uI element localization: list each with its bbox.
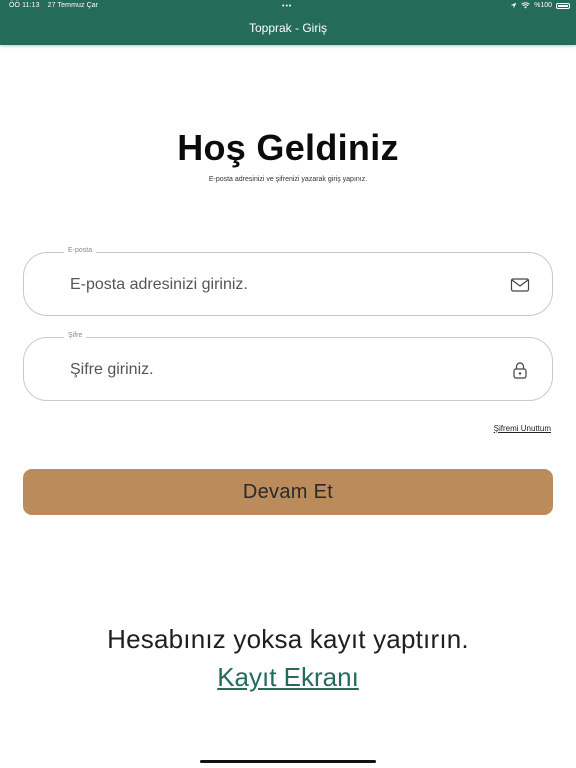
status-bar-right: %100 xyxy=(510,2,552,9)
home-indicator[interactable] xyxy=(200,760,376,763)
continue-button[interactable]: Devam Et xyxy=(23,469,553,515)
multitasking-dots[interactable]: ••• xyxy=(282,3,292,10)
nav-title: Topprak - Giriş xyxy=(248,21,328,35)
top-bar: ÖÖ 11:13 27 Temmuz Çar ••• %100 Topprak … xyxy=(0,0,576,45)
email-field[interactable] xyxy=(68,253,492,317)
forgot-password-link[interactable]: Şifremi Unuttum xyxy=(494,424,551,433)
password-field[interactable] xyxy=(68,338,492,402)
password-field-container: Şifre xyxy=(23,332,553,402)
status-date: 27 Temmuz Çar xyxy=(47,2,99,9)
welcome-title: Hoş Geldiniz xyxy=(177,127,399,168)
welcome-subtitle: E-posta adresinizi ve şifrenizi yazarak … xyxy=(208,176,368,183)
mail-icon xyxy=(510,278,530,292)
register-prompt: Hesabınız yoksa kayıt yaptırın. xyxy=(107,624,469,654)
lock-icon xyxy=(513,362,527,379)
email-field-container: E-posta xyxy=(23,247,553,317)
status-bar-left: ÖÖ 11:13 27 Temmuz Çar xyxy=(9,2,98,9)
location-icon xyxy=(510,2,517,9)
battery-icon xyxy=(556,3,570,9)
status-time: ÖÖ 11:13 xyxy=(9,2,40,9)
wifi-icon xyxy=(521,2,530,9)
register-link[interactable]: Kayıt Ekranı xyxy=(0,662,576,693)
battery-percent: %100 xyxy=(534,2,552,9)
